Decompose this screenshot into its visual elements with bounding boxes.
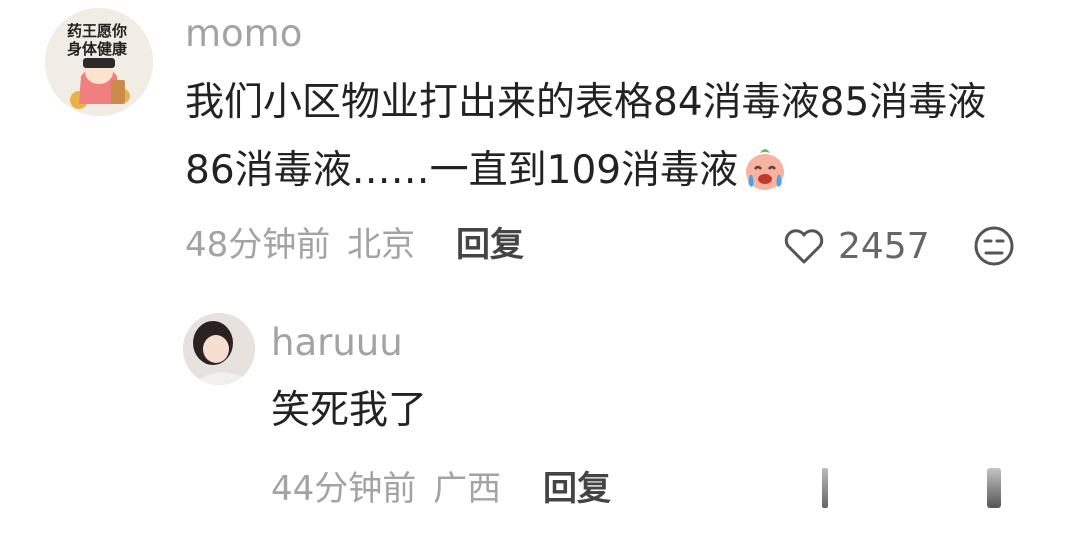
avatar-text-line2: 身体健康 — [67, 40, 128, 58]
truncated-face-icon — [987, 468, 1001, 508]
dislike-button[interactable] — [972, 224, 1016, 268]
comment-text-line2-content: 86消毒液……一直到109消毒液 — [185, 148, 739, 193]
reply-reply-button[interactable]: 回复 — [543, 472, 611, 506]
reply-text: 笑死我了 — [271, 388, 428, 433]
reply-meta: 44分钟前 广西 — [271, 472, 501, 506]
comment-text-line1: 我们小区物业打出来的表格84消毒液85消毒液 — [185, 80, 987, 125]
comment-text-line2: 86消毒液……一直到109消毒液 — [185, 138, 790, 204]
reply-avatar-photo-icon — [183, 313, 255, 385]
comment-time: 48分钟前 — [185, 225, 331, 265]
reply-avatar[interactable] — [183, 313, 255, 385]
reply-time: 44分钟前 — [271, 469, 417, 509]
reply-button[interactable]: 回复 — [456, 228, 524, 262]
avatar[interactable]: 药王愿你 身体健康 — [45, 8, 153, 116]
heart-icon — [784, 229, 824, 264]
comment-location: 北京 — [347, 225, 416, 265]
reply-location: 广西 — [433, 469, 502, 509]
like-button[interactable]: 2457 — [782, 224, 930, 268]
reply-username[interactable]: haruuu — [271, 324, 403, 361]
comment-item: 药王愿你 身体健康 momo 我们小区物业打出来的表格84消毒液85消毒液 86… — [0, 0, 1080, 290]
reply-item: haruuu 笑死我了 44分钟前 广西 回复 — [0, 300, 1080, 541]
comment-meta: 48分钟前 北京 — [185, 228, 415, 262]
laughing-crying-emoji-icon — [746, 149, 785, 190]
truncated-like-icon — [822, 468, 828, 508]
like-count: 2457 — [838, 225, 930, 267]
neutral-face-icon — [974, 226, 1014, 266]
username[interactable]: momo — [185, 15, 302, 52]
